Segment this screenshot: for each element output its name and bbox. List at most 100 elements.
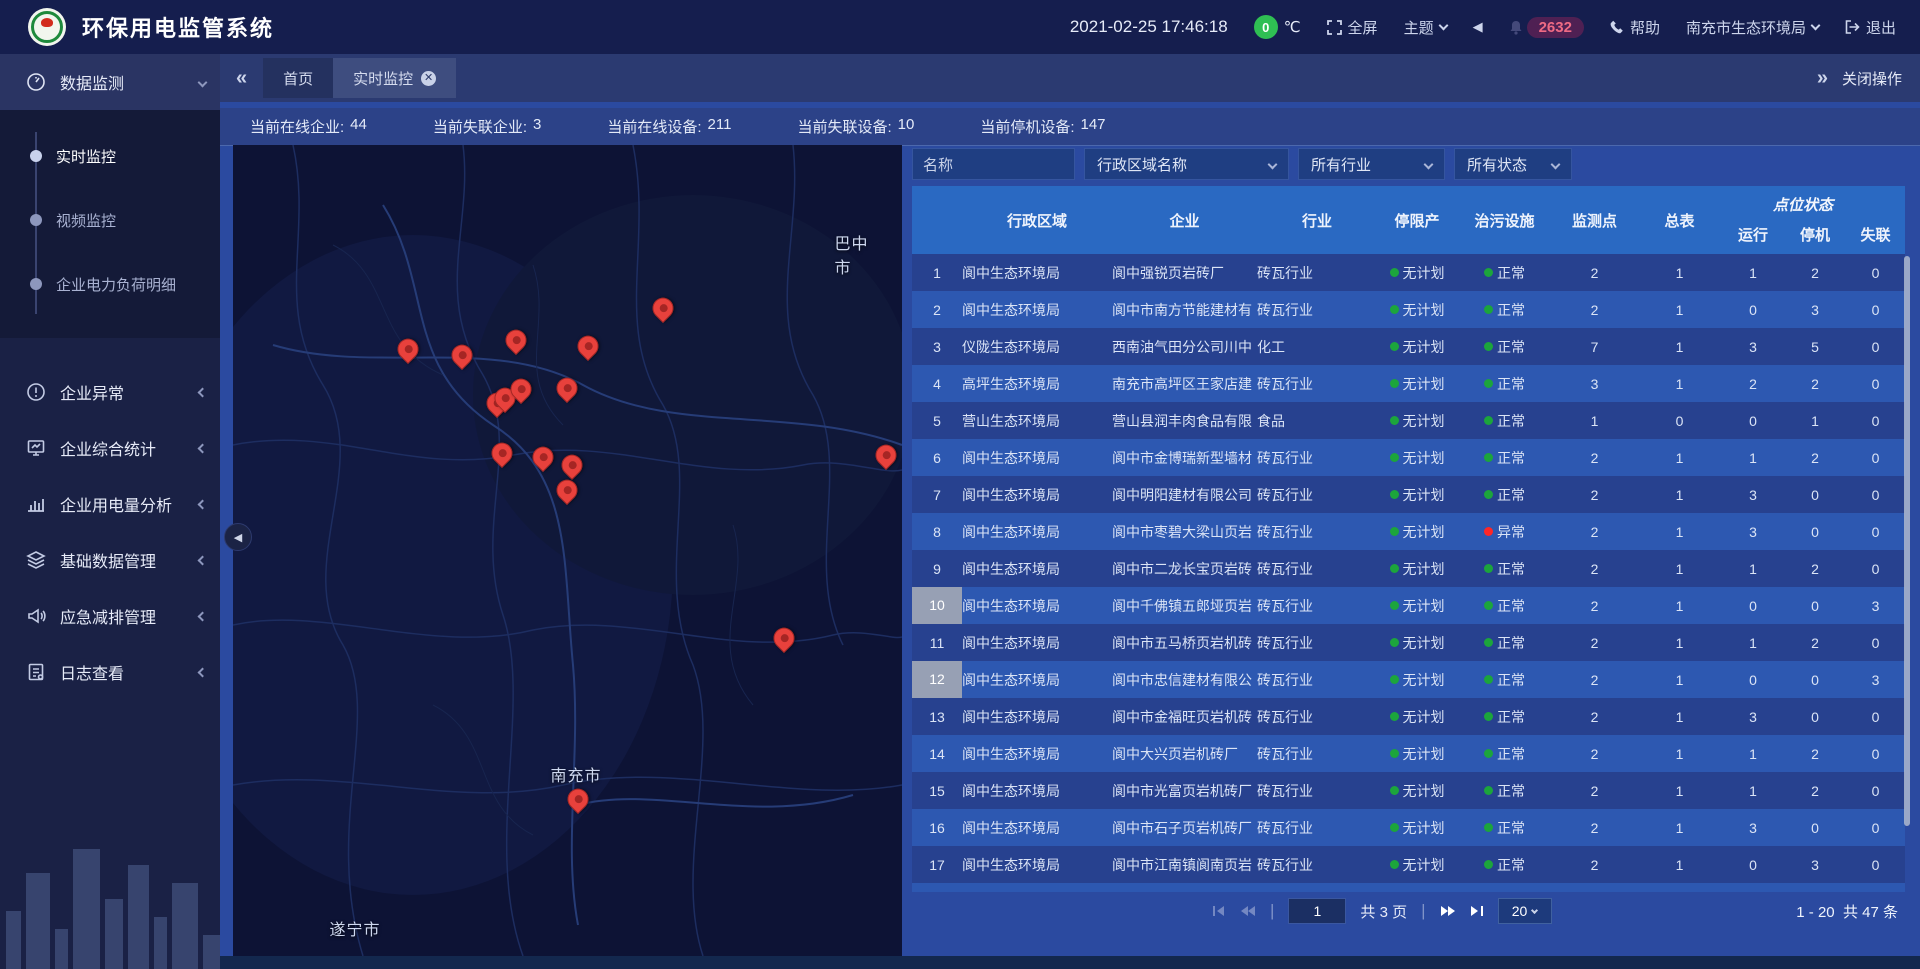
row-total-count: 1 — [1637, 746, 1722, 762]
row-run-count: 1 — [1722, 635, 1784, 651]
tab-label: 实时监控 — [353, 68, 413, 89]
status-dot-icon — [1390, 712, 1399, 721]
chevron-down-icon — [1438, 20, 1448, 30]
sidebar-item-base-data[interactable]: 基础数据管理 — [0, 532, 220, 588]
bullet-dot-icon — [30, 278, 42, 290]
sidebar-item-power-load-detail[interactable]: 企业电力负荷明细 — [0, 252, 220, 316]
close-icon[interactable]: ✕ — [421, 71, 436, 86]
row-industry: 化工 — [1257, 337, 1377, 357]
sidebar-item-emission-reduction[interactable]: 应急减排管理 — [0, 588, 220, 644]
sidebar-item-label: 基础数据管理 — [60, 548, 156, 572]
row-region: 阆中生态环境局 — [962, 781, 1112, 801]
gauge-icon — [26, 72, 46, 92]
table-row[interactable]: 8阆中生态环境局阆中市枣碧大梁山页岩砖瓦行业无计划异常21300 — [912, 513, 1905, 550]
row-run-count: 1 — [1722, 746, 1784, 762]
col-industry: 行业 — [1257, 210, 1377, 231]
table-row[interactable]: 7阆中生态环境局阆中明阳建材有限公司砖瓦行业无计划正常21300 — [912, 476, 1905, 513]
table-row[interactable]: 11阆中生态环境局阆中市五马桥页岩机砖砖瓦行业无计划正常21120 — [912, 624, 1905, 661]
table-row[interactable]: 16阆中生态环境局阆中市石子页岩机砖厂砖瓦行业无计划正常21300 — [912, 809, 1905, 846]
page-size-select[interactable]: 20 — [1498, 898, 1552, 924]
status-dot-icon — [1390, 786, 1399, 795]
map-panel[interactable]: ◀ 巴中市南充市遂宁市 — [233, 145, 902, 956]
table-row[interactable]: 5营山生态环境局营山县润丰肉食品有限食品无计划正常10010 — [912, 402, 1905, 439]
tabs-scroll-left-icon[interactable]: « — [220, 67, 263, 90]
close-operations-button[interactable]: 关闭操作 — [1842, 68, 1902, 89]
theme-menu[interactable]: 主题 — [1404, 17, 1447, 38]
sidebar-item-realtime-monitor[interactable]: 实时监控 — [0, 124, 220, 188]
sound-toggle[interactable]: ◀ — [1473, 19, 1483, 35]
last-page-icon[interactable] — [1470, 905, 1484, 917]
row-run-count: 0 — [1722, 413, 1784, 429]
stat-online-companies: 当前在线企业:44 — [250, 116, 367, 137]
fullscreen-icon — [1327, 20, 1342, 35]
alert-circle-icon — [26, 382, 46, 402]
tab-home[interactable]: 首页 — [263, 58, 333, 98]
app-title: 环保用电监管系统 — [82, 11, 274, 43]
row-monitor-count: 7 — [1552, 339, 1637, 355]
logout-button[interactable]: 退出 — [1845, 17, 1896, 38]
filter-bar: 名称 行政区域名称 所有行业 所有状态 — [912, 148, 1912, 180]
sidebar-item-log-view[interactable]: 日志查看 — [0, 644, 220, 700]
sidebar-item-data-monitoring[interactable]: 数据监测 — [0, 54, 220, 110]
notifications[interactable]: 2632 — [1509, 17, 1584, 38]
row-index: 10 — [912, 587, 962, 624]
col-company: 企业 — [1112, 210, 1257, 231]
help-button[interactable]: 帮助 — [1610, 17, 1660, 38]
tab-realtime-monitor[interactable]: 实时监控 ✕ — [333, 58, 456, 98]
row-lost-count: 0 — [1846, 376, 1905, 392]
row-company: 阆中市枣碧大梁山页岩 — [1112, 522, 1257, 542]
temperature-unit: ℃ — [1284, 18, 1301, 36]
row-stop-count: 5 — [1784, 339, 1846, 355]
status-select[interactable]: 所有状态 — [1454, 148, 1572, 180]
table-row[interactable]: 9阆中生态环境局阆中市二龙长宝页岩砖砖瓦行业无计划正常21120 — [912, 550, 1905, 587]
row-industry: 砖瓦行业 — [1257, 818, 1377, 838]
chevron-down-icon — [1424, 159, 1434, 169]
row-run-count: 3 — [1722, 487, 1784, 503]
row-company: 阆中大兴页岩机砖厂 — [1112, 744, 1257, 764]
row-region: 阆中生态环境局 — [962, 855, 1112, 875]
row-run-count: 0 — [1722, 302, 1784, 318]
table-scrollbar[interactable] — [1904, 256, 1910, 826]
row-lost-count: 0 — [1846, 413, 1905, 429]
org-menu[interactable]: 南充市生态环境局 — [1686, 17, 1819, 38]
col-facility: 治污设施 — [1457, 210, 1552, 231]
table-row[interactable]: 13阆中生态环境局阆中市金福旺页岩机砖砖瓦行业无计划正常21300 — [912, 698, 1905, 735]
tabs-scroll-right-icon[interactable]: » — [1813, 67, 1832, 90]
row-region: 阆中生态环境局 — [962, 485, 1112, 505]
row-limit-status: 无计划 — [1377, 485, 1457, 505]
next-page-icon[interactable] — [1440, 905, 1456, 917]
row-industry: 砖瓦行业 — [1257, 448, 1377, 468]
row-industry: 砖瓦行业 — [1257, 707, 1377, 727]
table-row[interactable]: 17阆中生态环境局阆中市江南镇阆南页岩砖瓦行业无计划正常21030 — [912, 846, 1905, 883]
row-industry: 砖瓦行业 — [1257, 855, 1377, 875]
table-row[interactable]: 1阆中生态环境局阆中强锐页岩砖厂砖瓦行业无计划正常21120 — [912, 254, 1905, 291]
table-row[interactable]: 4高坪生态环境局南充市高坪区王家店建砖瓦行业无计划正常31220 — [912, 365, 1905, 402]
table-row[interactable]: 6阆中生态环境局阆中市金博瑞新型墙材砖瓦行业无计划正常21120 — [912, 439, 1905, 476]
table-row[interactable]: 2阆中生态环境局阆中市南方节能建材有砖瓦行业无计划正常21030 — [912, 291, 1905, 328]
table-row[interactable]: 14阆中生态环境局阆中大兴页岩机砖厂砖瓦行业无计划正常21120 — [912, 735, 1905, 772]
row-facility-status: 正常 — [1457, 855, 1552, 875]
page-number-input[interactable]: 1 — [1288, 898, 1346, 924]
table-row[interactable]: 12阆中生态环境局阆中市忠信建材有限公砖瓦行业无计划正常21003 — [912, 661, 1905, 698]
table-row[interactable]: 15阆中生态环境局阆中市光富页岩机砖厂砖瓦行业无计划正常21120 — [912, 772, 1905, 809]
table-row[interactable]: 3仪陇生态环境局西南油气田分公司川中化工无计划正常71350 — [912, 328, 1905, 365]
sidebar-item-video-monitor[interactable]: 视频监控 — [0, 188, 220, 252]
first-page-icon[interactable] — [1212, 905, 1226, 917]
sidebar-item-enterprise-stats[interactable]: 企业综合统计 — [0, 420, 220, 476]
map-collapse-button[interactable]: ◀ — [224, 523, 252, 551]
name-search-input[interactable]: 名称 — [912, 148, 1075, 180]
region-select[interactable]: 行政区域名称 — [1084, 148, 1289, 180]
sidebar-submenu: 实时监控 视频监控 企业电力负荷明细 — [0, 110, 220, 338]
prev-page-icon[interactable] — [1240, 905, 1256, 917]
fullscreen-label: 全屏 — [1348, 17, 1378, 38]
row-monitor-count: 2 — [1552, 598, 1637, 614]
temperature-badge: 0 — [1254, 15, 1278, 39]
sidebar-item-label: 应急减排管理 — [60, 604, 156, 628]
sidebar-item-enterprise-abnormal[interactable]: 企业异常 — [0, 364, 220, 420]
row-stop-count: 2 — [1784, 746, 1846, 762]
industry-select[interactable]: 所有行业 — [1298, 148, 1445, 180]
sidebar-item-label: 企业异常 — [60, 380, 124, 404]
table-row[interactable]: 10阆中生态环境局阆中千佛镇五郎垭页岩砖瓦行业无计划正常21003 — [912, 587, 1905, 624]
fullscreen-button[interactable]: 全屏 — [1327, 17, 1378, 38]
sidebar-item-power-analysis[interactable]: 企业用电量分析 — [0, 476, 220, 532]
